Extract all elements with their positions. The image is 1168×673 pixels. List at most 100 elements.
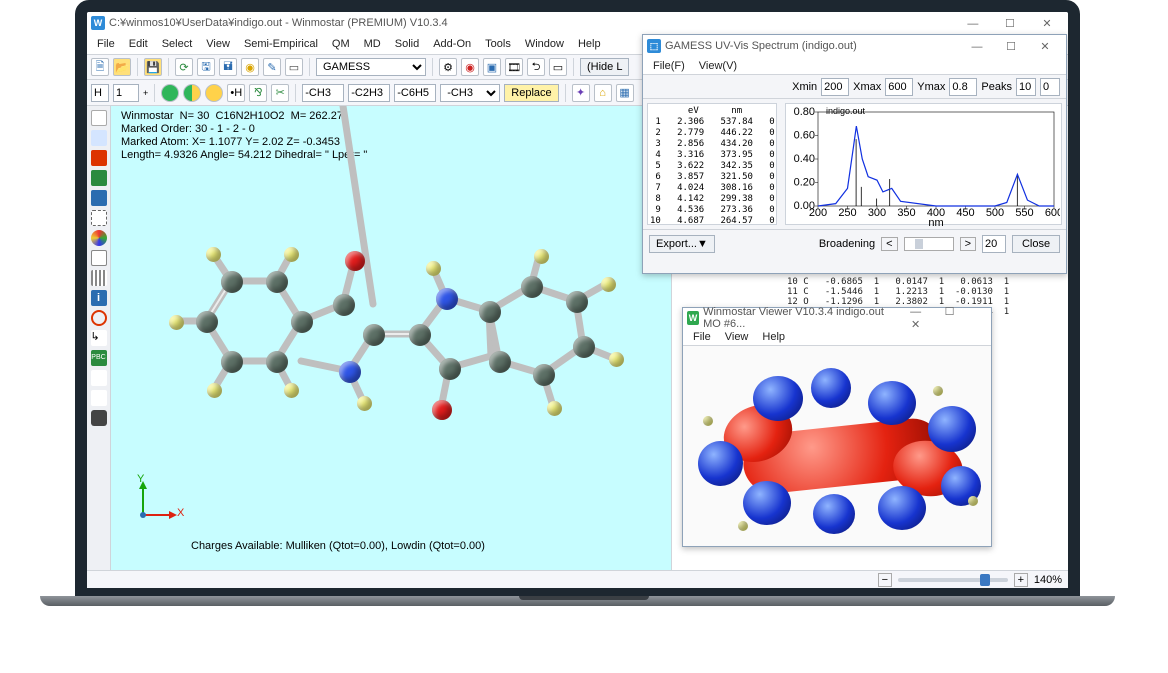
save-alt-icon[interactable]: 🖬 xyxy=(219,58,237,76)
mo-canvas[interactable] xyxy=(683,346,991,546)
svg-text:0.40: 0.40 xyxy=(794,153,815,165)
side-hex-icon[interactable] xyxy=(91,250,107,266)
engine-combo[interactable]: GAMESS xyxy=(316,58,426,76)
svg-text:nm: nm xyxy=(928,217,943,228)
side-pbc-icon[interactable]: PBC xyxy=(91,350,107,366)
mo-min-button[interactable]: — xyxy=(899,306,933,318)
window-icon[interactable]: ▭ xyxy=(285,58,303,76)
mo-viewer-window[interactable]: W Winmostar Viewer V10.3.4 indigo.out MO… xyxy=(682,307,992,547)
zoom-slider[interactable] xyxy=(898,578,1008,582)
side-doc-icon[interactable] xyxy=(91,110,107,126)
frag3-combo[interactable] xyxy=(394,84,436,102)
uv-close-button[interactable]: ✕ xyxy=(1028,40,1062,53)
zoom-out-button[interactable]: − xyxy=(878,573,892,587)
menu-semiempirical[interactable]: Semi-Empirical xyxy=(238,36,324,52)
mo-title: Winmostar Viewer V10.3.4 indigo.out MO #… xyxy=(703,306,898,330)
menu-help[interactable]: Help xyxy=(572,36,607,52)
sphere-yellow-icon[interactable] xyxy=(205,84,223,102)
side-circle-icon[interactable] xyxy=(91,310,107,326)
peaks-b-input[interactable] xyxy=(1040,78,1060,96)
sphere-split-icon[interactable] xyxy=(183,84,201,102)
ymax-input[interactable] xyxy=(949,78,977,96)
menu-view[interactable]: View xyxy=(200,36,236,52)
menu-window[interactable]: Window xyxy=(519,36,570,52)
element-input[interactable] xyxy=(91,84,109,102)
mo-menu-file[interactable]: File xyxy=(687,329,717,345)
dash-icon[interactable]: ▭ xyxy=(549,58,567,76)
side-axis-icon[interactable]: ↳ xyxy=(91,330,107,346)
menu-file[interactable]: File xyxy=(91,36,121,52)
tool-a-icon[interactable]: ✦ xyxy=(572,84,590,102)
replace-button[interactable]: Replace xyxy=(504,84,558,102)
side-grid-icon[interactable] xyxy=(91,130,107,146)
side-red-icon[interactable] xyxy=(91,150,107,166)
menu-tools[interactable]: Tools xyxy=(479,36,517,52)
uv-menu-file[interactable]: File(F) xyxy=(647,58,691,74)
xmin-input[interactable] xyxy=(821,78,849,96)
cut-icon[interactable]: ✂ xyxy=(271,84,289,102)
film-icon[interactable]: 🎞 xyxy=(505,58,523,76)
tool-b-icon[interactable]: ⌂ xyxy=(594,84,612,102)
xmin-label: Xmin xyxy=(792,81,817,93)
edit-icon[interactable]: ✎ xyxy=(263,58,281,76)
side-grid2-icon[interactable] xyxy=(91,270,107,286)
run-blue-icon[interactable]: ▣ xyxy=(483,58,501,76)
side-xy-icon[interactable] xyxy=(91,370,107,386)
frag1-combo[interactable] xyxy=(302,84,344,102)
close-button[interactable]: ✕ xyxy=(1030,17,1064,30)
peaks-a-input[interactable] xyxy=(1016,78,1036,96)
menu-addon[interactable]: Add-On xyxy=(427,36,477,52)
minimize-button[interactable]: — xyxy=(956,18,990,30)
gear-icon[interactable]: ⚙ xyxy=(439,58,457,76)
menu-edit[interactable]: Edit xyxy=(123,36,154,52)
molecule-canvas[interactable]: Winmostar N= 30 C16N2H10O2 M= 262.27 Mar… xyxy=(111,106,671,570)
side-camera-icon[interactable] xyxy=(91,410,107,426)
uv-menu-view[interactable]: View(V) xyxy=(693,58,743,74)
maximize-button[interactable]: ☐ xyxy=(993,17,1027,30)
axis-indicator: Y X xyxy=(131,477,181,530)
bond-h-icon[interactable]: •H xyxy=(227,84,245,102)
export-button[interactable]: Export...▼ xyxy=(649,235,715,253)
uv-close-btn[interactable]: Close xyxy=(1012,235,1060,253)
menu-md[interactable]: MD xyxy=(358,36,387,52)
menu-qm[interactable]: QM xyxy=(326,36,356,52)
menu-select[interactable]: Select xyxy=(156,36,199,52)
zoom-in-button[interactable]: + xyxy=(1014,573,1028,587)
side-yz-icon[interactable] xyxy=(91,390,107,406)
uvvis-window[interactable]: ⬚ GAMESS UV-Vis Spectrum (indigo.out) —☐… xyxy=(642,34,1067,274)
broad-right-button[interactable]: > xyxy=(960,237,976,251)
save-icon[interactable]: 💾 xyxy=(144,58,162,76)
menu-solid[interactable]: Solid xyxy=(389,36,425,52)
percent-icon[interactable]: ⅋ xyxy=(249,84,267,102)
broad-left-button[interactable]: < xyxy=(881,237,897,251)
reload-icon[interactable]: ⟳ xyxy=(175,58,193,76)
sphere-green-icon[interactable] xyxy=(161,84,179,102)
side-info-icon[interactable]: i xyxy=(91,290,107,306)
save-blue-icon[interactable]: 🖫 xyxy=(197,58,215,76)
side-blue-icon[interactable] xyxy=(91,190,107,206)
tool-c-icon[interactable]: ▦ xyxy=(616,84,634,102)
coin-icon[interactable]: ◉ xyxy=(241,58,259,76)
mo-close-button[interactable]: ✕ xyxy=(899,318,933,331)
uv-max-button[interactable]: ☐ xyxy=(994,40,1028,53)
frag2-combo[interactable] xyxy=(348,84,390,102)
new-file-icon[interactable]: 🗎 xyxy=(91,58,109,76)
run-red-icon[interactable]: ◉ xyxy=(461,58,479,76)
frag4-combo[interactable]: -CH3 xyxy=(440,84,500,102)
mo-menu-view[interactable]: View xyxy=(719,329,755,345)
open-file-icon[interactable]: 📂 xyxy=(113,58,131,76)
uv-min-button[interactable]: — xyxy=(960,41,994,53)
side-green-icon[interactable] xyxy=(91,170,107,186)
element-num-input[interactable] xyxy=(113,84,139,102)
broadening-label: Broadening xyxy=(819,238,875,250)
side-dash-icon[interactable] xyxy=(91,210,107,226)
back-icon[interactable]: ⮌ xyxy=(527,58,545,76)
mo-max-button[interactable]: ☐ xyxy=(933,305,967,318)
broadening-slider[interactable] xyxy=(904,237,954,251)
hide-button[interactable]: (Hide L xyxy=(580,58,629,76)
plus-icon[interactable]: + xyxy=(143,88,148,98)
mo-menu-help[interactable]: Help xyxy=(756,329,791,345)
xmax-input[interactable] xyxy=(885,78,913,96)
broadening-input[interactable] xyxy=(982,235,1006,253)
side-color-icon[interactable] xyxy=(91,230,107,246)
